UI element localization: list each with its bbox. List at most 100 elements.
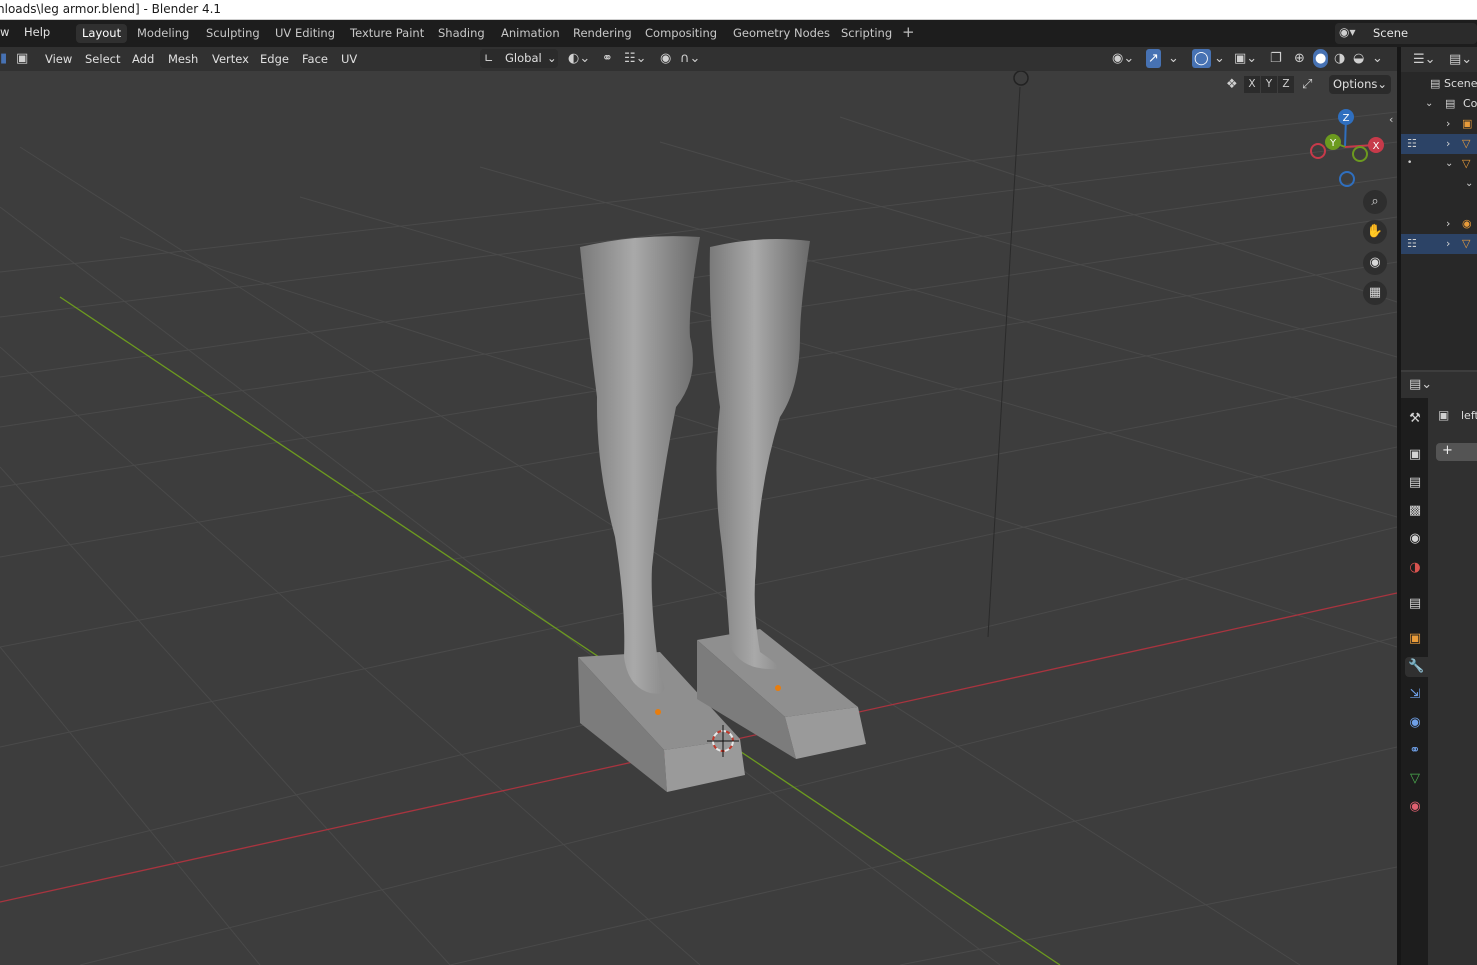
camera-view-icon[interactable]: ◉ xyxy=(1363,251,1387,275)
constraints-icon[interactable]: ⚭ xyxy=(1405,741,1425,761)
menu-add[interactable]: Add xyxy=(132,52,154,66)
menu-face[interactable]: Face xyxy=(302,52,328,66)
outliner-row-collection[interactable]: ⌄ ▤ Co xyxy=(1401,94,1477,114)
transform-orientation-dropdown[interactable]: ∟ Global ⌄ xyxy=(480,49,558,68)
physics-icon[interactable]: ◉ xyxy=(1405,713,1425,733)
sidebar-toggle-icon[interactable]: ‹ xyxy=(1389,110,1393,129)
outliner-header: ☰⌄ ▤⌄ xyxy=(1401,47,1477,72)
outliner-row-mesh-1[interactable]: ☷ › ▽ xyxy=(1401,134,1477,154)
edit-mode-icon: ☷ xyxy=(1407,137,1417,150)
gizmo-dropdown-icon[interactable]: ⌄ xyxy=(1168,49,1179,68)
menu-uv[interactable]: UV xyxy=(341,52,357,66)
visibility-icon[interactable]: ◉⌄ xyxy=(1112,49,1134,68)
add-modifier-button[interactable]: + xyxy=(1436,443,1477,461)
snap-icon[interactable]: ⚭ xyxy=(602,49,613,68)
collection-icon[interactable]: ▤ xyxy=(1405,594,1425,614)
tab-texture-paint[interactable]: Texture Paint xyxy=(344,24,430,43)
overlay-icon[interactable]: ◯ xyxy=(1192,49,1211,68)
chevron-right-icon: › xyxy=(1446,137,1451,150)
zoom-icon[interactable]: ⌕ xyxy=(1363,190,1387,214)
render-icon[interactable]: ▣ xyxy=(1405,445,1425,465)
tab-geometry-nodes[interactable]: Geometry Nodes xyxy=(727,24,836,43)
display-mode-icon[interactable]: ☰⌄ xyxy=(1413,50,1436,69)
origin-dot xyxy=(655,709,661,715)
scene-collection-icon: ▤ xyxy=(1430,77,1441,90)
auto-merge-icon[interactable]: ⤢ xyxy=(1302,75,1312,94)
output-icon[interactable]: ▤ xyxy=(1405,473,1425,493)
window-title: nloads\leg armor.blend] - Blender 4.1 xyxy=(0,2,222,16)
options-dropdown[interactable]: Options ⌄ xyxy=(1329,75,1391,94)
menu-view[interactable]: View xyxy=(45,52,72,66)
object-name: left xyxy=(1461,409,1477,422)
editor-type-icon[interactable]: ▤⌄ xyxy=(1409,375,1432,394)
mirror-z-toggle[interactable]: Z xyxy=(1278,76,1294,93)
edit-mode-icon: ☷ xyxy=(1407,237,1417,250)
top-bar: w Help Layout Modeling Sculpting UV Edit… xyxy=(0,20,1477,47)
mesh-icon: ▽ xyxy=(1462,237,1471,250)
tab-modeling[interactable]: Modeling xyxy=(131,24,195,43)
scene-icon: ◉▾ xyxy=(1339,25,1356,39)
tab-sculpting[interactable]: Sculpting xyxy=(200,24,266,43)
shading-rendered-icon[interactable]: ◒ xyxy=(1353,49,1364,68)
pivot-point-icon[interactable]: ◐⌄ xyxy=(568,49,590,68)
chevron-down-icon: ⌄ xyxy=(1377,77,1387,91)
shading-material-icon[interactable]: ◑ xyxy=(1334,49,1345,68)
mesh-overlay-icon[interactable]: ▣⌄ xyxy=(1234,49,1257,68)
tab-animation[interactable]: Animation xyxy=(495,24,566,43)
modifier-wrench-icon[interactable]: 🔧 xyxy=(1405,657,1428,677)
menu-mesh[interactable]: Mesh xyxy=(168,52,198,66)
menu-help[interactable]: Help xyxy=(24,25,50,39)
tab-scripting[interactable]: Scripting xyxy=(835,24,898,43)
scene-name: Scene xyxy=(1373,26,1409,40)
outliner-row-scene[interactable]: ▤ Scene xyxy=(1401,74,1477,94)
tool-icon[interactable]: ⚒ xyxy=(1405,409,1425,429)
tab-rendering[interactable]: Rendering xyxy=(567,24,638,43)
scene-collection-label: Scene xyxy=(1444,77,1477,90)
3d-viewport[interactable]: Z X Y xyxy=(0,47,1397,965)
menu-select[interactable]: Select xyxy=(85,52,120,66)
mirror-y-toggle[interactable]: Y xyxy=(1261,76,1277,93)
xray-icon[interactable]: ❐ xyxy=(1270,49,1282,68)
tab-shading[interactable]: Shading xyxy=(432,24,491,43)
filter-icon[interactable]: ▤⌄ xyxy=(1449,50,1472,69)
shading-dropdown-icon[interactable]: ⌄ xyxy=(1372,49,1383,68)
ortho-grid-icon[interactable]: ▦ xyxy=(1363,281,1387,305)
outliner-row-camera[interactable]: › ▣ xyxy=(1401,114,1477,134)
view-layer-icon[interactable]: ▩ xyxy=(1405,501,1425,521)
falloff-icon[interactable]: ∩⌄ xyxy=(680,49,700,68)
select-box-icon[interactable]: ▮ xyxy=(0,49,7,68)
material-icon[interactable]: ◉ xyxy=(1405,797,1425,817)
outliner-row-mesh-2[interactable]: • ⌄ ▽ xyxy=(1401,154,1477,174)
shading-wireframe-icon[interactable]: ⊕ xyxy=(1294,49,1305,68)
shading-solid-icon[interactable]: ● xyxy=(1313,49,1329,68)
add-workspace-button[interactable]: + xyxy=(902,23,915,41)
menu-vertex[interactable]: Vertex xyxy=(212,52,249,66)
mirror-x-toggle[interactable]: X xyxy=(1244,76,1260,93)
proportional-edit-icon[interactable]: ◉ xyxy=(660,49,671,68)
outliner-row-mesh-3[interactable]: ☷ › ▽ xyxy=(1401,234,1477,254)
overlay-dropdown-icon[interactable]: ⌄ xyxy=(1214,49,1225,68)
select-mode-icon[interactable]: ▣ xyxy=(16,49,28,68)
pan-hand-icon[interactable]: ✋ xyxy=(1363,220,1387,244)
snap-target-icon[interactable]: ☷⌄ xyxy=(624,49,647,68)
object-icon[interactable]: ▣ xyxy=(1405,629,1425,649)
menu-window[interactable]: w xyxy=(0,25,9,39)
scene-selector[interactable]: ◉▾ Scene xyxy=(1335,23,1477,44)
menu-edge[interactable]: Edge xyxy=(260,52,289,66)
outliner-row-child[interactable]: ⌄ xyxy=(1401,174,1477,194)
tab-compositing[interactable]: Compositing xyxy=(639,24,723,43)
chevron-down-icon: ⌄ xyxy=(1445,158,1454,169)
orientation-value: Global xyxy=(505,51,542,65)
data-icon[interactable]: ▽ xyxy=(1405,769,1425,789)
object-box-icon: ▣ xyxy=(1438,408,1450,422)
outliner-row-light[interactable]: › ◉ xyxy=(1401,214,1477,234)
scene-props-icon[interactable]: ◉ xyxy=(1405,529,1425,549)
chevron-right-icon: › xyxy=(1446,237,1451,250)
particles-icon[interactable]: ⇲ xyxy=(1405,685,1425,705)
right-leg-object[interactable] xyxy=(697,239,866,759)
light-object[interactable] xyxy=(1013,70,1029,86)
tab-uv-editing[interactable]: UV Editing xyxy=(269,24,341,43)
gizmo-icon[interactable]: ↗ xyxy=(1146,49,1161,68)
tab-layout[interactable]: Layout xyxy=(76,24,128,43)
world-icon[interactable]: ◑ xyxy=(1405,558,1425,578)
